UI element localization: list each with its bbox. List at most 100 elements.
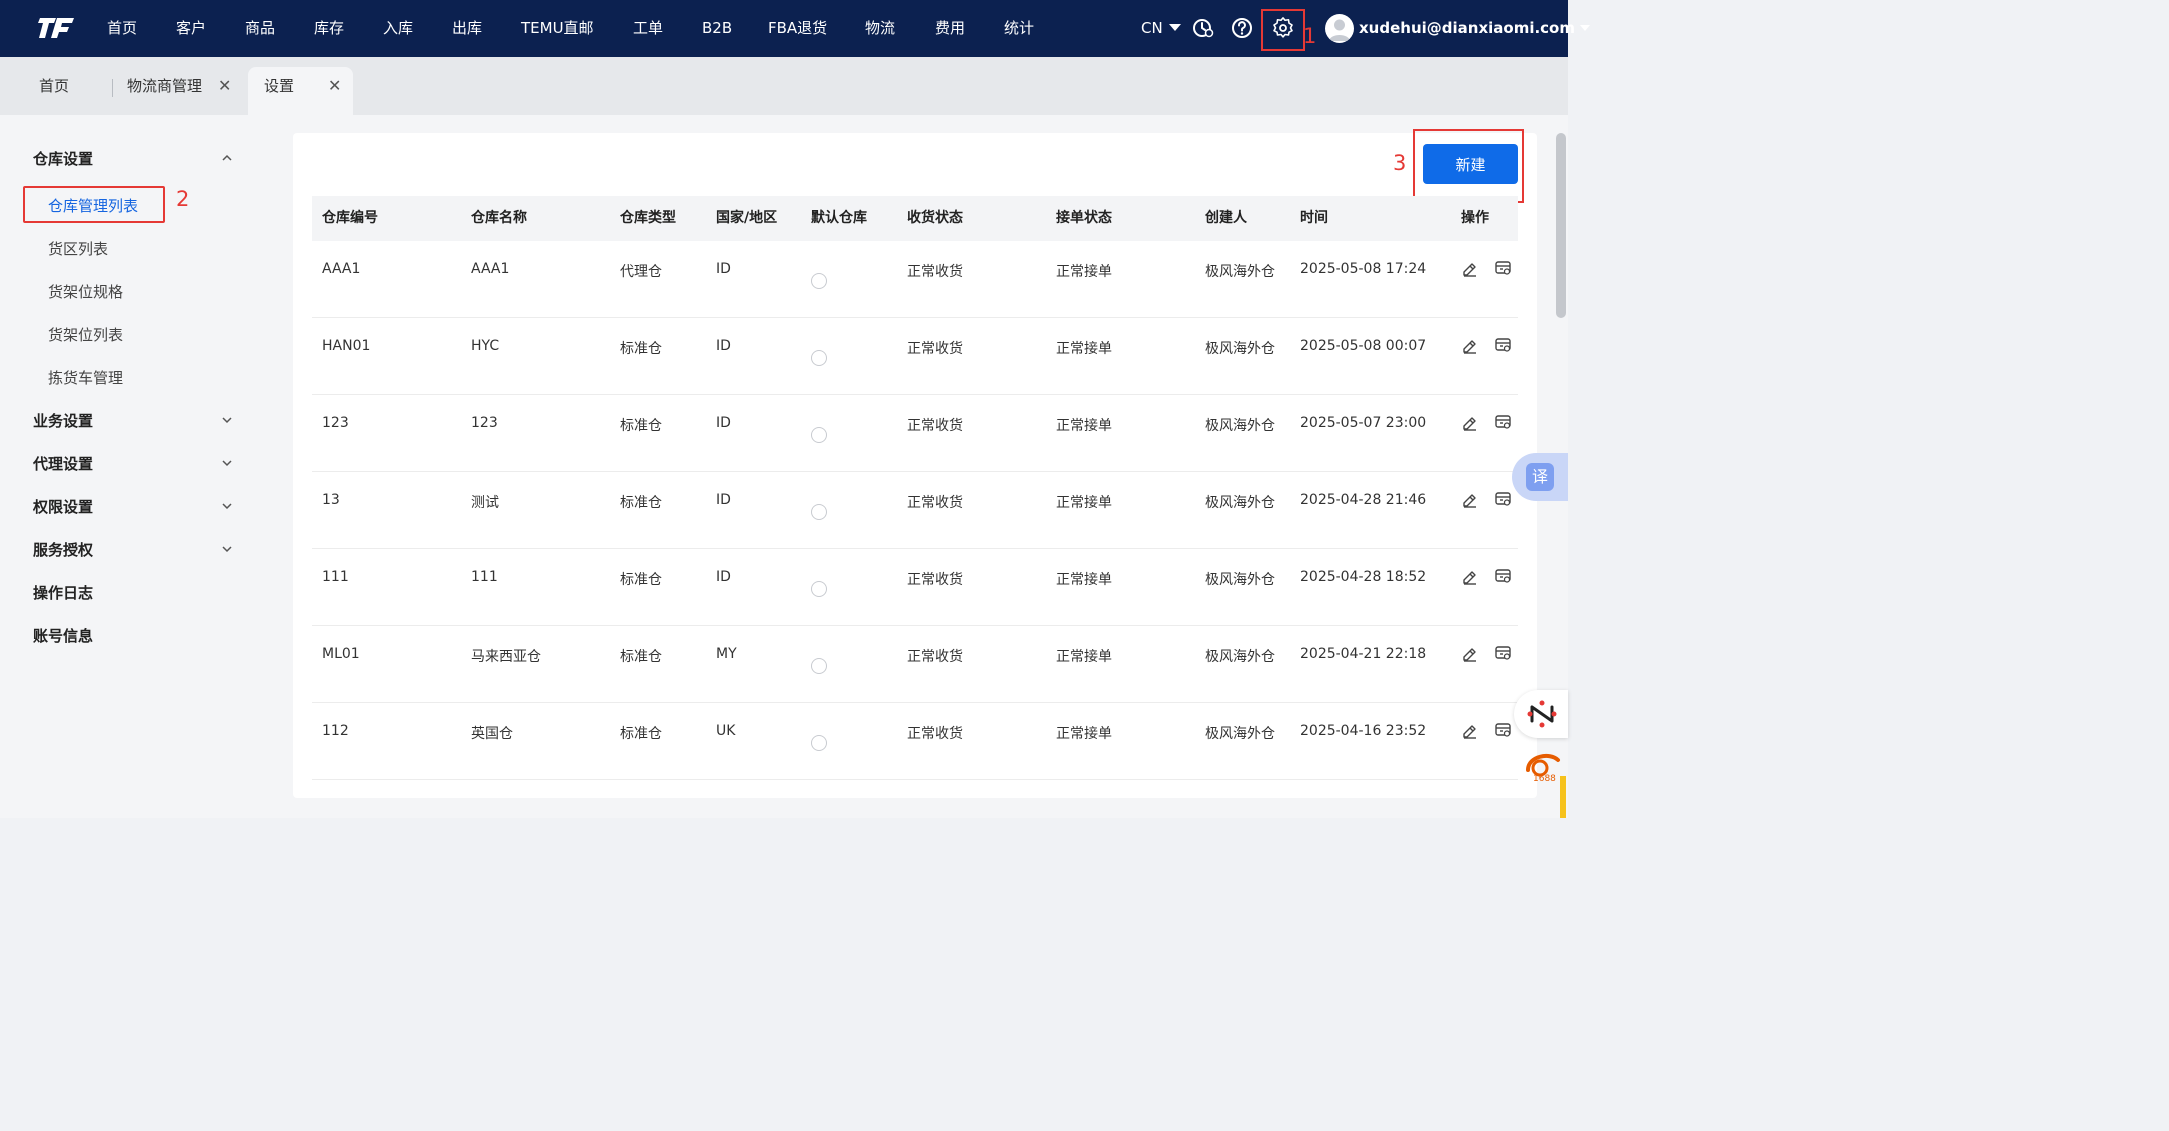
- nav-home[interactable]: 首页: [107, 0, 137, 57]
- logo-icon[interactable]: [36, 14, 76, 42]
- annotation-box-warehouse-list: [23, 186, 165, 223]
- translate-widget[interactable]: 译: [1512, 453, 1568, 501]
- user-menu[interactable]: xudehui@dianxiaomi.com: [1359, 0, 1590, 57]
- default-warehouse-radio[interactable]: [811, 658, 827, 674]
- column-header-type: 仓库类型: [620, 210, 676, 226]
- new-warehouse-button[interactable]: 新建: [1423, 144, 1518, 184]
- warehouse-config-icon[interactable]: [1494, 644, 1512, 662]
- help-icon[interactable]: [1231, 17, 1253, 39]
- nav-statistics[interactable]: 统计: [1004, 0, 1034, 57]
- nav-fees[interactable]: 费用: [935, 0, 965, 57]
- sidebar-section-warehouse-settings[interactable]: 仓库设置: [33, 148, 93, 169]
- default-warehouse-radio[interactable]: [811, 350, 827, 366]
- edit-icon[interactable]: [1461, 490, 1479, 508]
- sidebar-section-business-settings[interactable]: 业务设置: [33, 410, 93, 431]
- nav-inventory[interactable]: 库存: [314, 0, 344, 57]
- top-navigation-bar: 首页 客户 商品 库存 入库 出库 TEMU直邮 工单 B2B FBA退货 物流…: [0, 0, 1590, 57]
- tab-settings[interactable]: 设置 ✕: [248, 67, 353, 115]
- clock-icon[interactable]: [1192, 17, 1214, 39]
- table-row: 13 测试 标准仓 ID 正常收货 正常接单 极风海外仓 2025-04-28 21:46: [312, 472, 1518, 549]
- warehouse-config-icon[interactable]: [1494, 336, 1512, 354]
- chevron-down-icon[interactable]: [222, 458, 232, 468]
- sidebar-item-picking-cart[interactable]: 拣货车管理: [48, 367, 123, 388]
- cell-name: 测试: [471, 495, 499, 511]
- tab-logistics-provider-management[interactable]: 物流商管理 ✕: [111, 67, 243, 115]
- nav-logistics[interactable]: 物流: [865, 0, 895, 57]
- nav-inbound[interactable]: 入库: [383, 0, 413, 57]
- cell-creator: 极风海外仓: [1205, 341, 1275, 357]
- edit-icon[interactable]: [1461, 567, 1479, 585]
- default-warehouse-radio[interactable]: [811, 735, 827, 751]
- translate-icon: 译: [1526, 463, 1554, 491]
- chevron-down-icon[interactable]: [222, 544, 232, 554]
- warehouse-config-icon[interactable]: [1494, 490, 1512, 508]
- sidebar-section-permission-settings[interactable]: 权限设置: [33, 496, 93, 517]
- cell-creator: 极风海外仓: [1205, 418, 1275, 434]
- cell-time: 2025-05-08 17:24: [1300, 261, 1427, 277]
- cell-order-status: 正常接单: [1056, 726, 1112, 742]
- close-icon[interactable]: ✕: [328, 67, 341, 105]
- page-scrollbar-thumb[interactable]: [1556, 133, 1566, 318]
- cell-order-status: 正常接单: [1056, 495, 1112, 511]
- nav-fba-returns[interactable]: FBA退货: [768, 0, 827, 57]
- avatar[interactable]: [1325, 14, 1354, 43]
- cell-time: 2025-05-08 00:07: [1300, 338, 1427, 354]
- chevron-up-icon[interactable]: [222, 153, 232, 163]
- chevron-down-icon[interactable]: [222, 501, 232, 511]
- annotation-number-3: 3: [1393, 151, 1407, 175]
- language-label: CN: [1141, 19, 1163, 37]
- edit-icon[interactable]: [1461, 413, 1479, 431]
- warehouse-config-icon[interactable]: [1494, 721, 1512, 739]
- default-warehouse-radio[interactable]: [811, 581, 827, 597]
- default-warehouse-radio[interactable]: [811, 273, 827, 289]
- cell-code: AAA1: [322, 261, 361, 277]
- sidebar-item-zone-list[interactable]: 货区列表: [48, 238, 108, 259]
- cell-receive-status: 正常收货: [907, 649, 963, 665]
- sidebar-item-operation-log[interactable]: 操作日志: [33, 582, 93, 603]
- edit-icon[interactable]: [1461, 644, 1479, 662]
- label-1688: 1688: [1533, 774, 1556, 784]
- cell-creator: 极风海外仓: [1205, 649, 1275, 665]
- tab-home[interactable]: 首页: [23, 67, 115, 115]
- edit-icon[interactable]: [1461, 721, 1479, 739]
- warehouse-config-icon[interactable]: [1494, 259, 1512, 277]
- chevron-down-icon[interactable]: [222, 415, 232, 425]
- edit-icon[interactable]: [1461, 336, 1479, 354]
- plugin-widget[interactable]: [1514, 690, 1568, 738]
- warehouse-config-icon[interactable]: [1494, 567, 1512, 585]
- sidebar-section-service-authorization[interactable]: 服务授权: [33, 539, 93, 560]
- default-warehouse-radio[interactable]: [811, 427, 827, 443]
- nav-b2b[interactable]: B2B: [702, 0, 732, 57]
- warehouse-table-body: AAA1 AAA1 代理仓 ID 正常收货 正常接单 极风海外仓 2025-05-08 17:…: [312, 241, 1518, 780]
- nav-outbound[interactable]: 出库: [452, 0, 482, 57]
- cell-receive-status: 正常收货: [907, 726, 963, 742]
- sidebar-item-shelf-list[interactable]: 货架位列表: [48, 324, 123, 345]
- cell-type: 标准仓: [620, 572, 662, 588]
- default-warehouse-radio[interactable]: [811, 504, 827, 520]
- table-row: HAN01 HYC 标准仓 ID 正常收货 正常接单 极风海外仓 2025-05-08 00:…: [312, 318, 1518, 395]
- user-email: xudehui@dianxiaomi.com: [1359, 19, 1575, 37]
- nav-products[interactable]: 商品: [245, 0, 275, 57]
- sidebar-section-agent-settings[interactable]: 代理设置: [33, 453, 93, 474]
- edit-icon[interactable]: [1461, 259, 1479, 277]
- table-row: 111 111 标准仓 ID 正常收货 正常接单 极风海外仓 2025-04-28 18:52: [312, 549, 1518, 626]
- warehouse-config-icon[interactable]: [1494, 413, 1512, 431]
- cell-name: HYC: [471, 338, 500, 354]
- nav-work-orders[interactable]: 工单: [633, 0, 663, 57]
- tab-label: 物流商管理: [127, 77, 203, 95]
- yellow-side-tab[interactable]: [1560, 776, 1566, 818]
- tab-label: 设置: [264, 77, 295, 95]
- annotation-number-1: 1: [1303, 24, 1317, 48]
- close-icon[interactable]: ✕: [218, 67, 231, 105]
- sidebar-item-account-info[interactable]: 账号信息: [33, 625, 93, 646]
- sidebar-item-shelf-spec[interactable]: 货架位规格: [48, 281, 123, 302]
- tab-label: 首页: [39, 77, 70, 95]
- language-selector[interactable]: CN: [1141, 0, 1181, 57]
- cell-order-status: 正常接单: [1056, 649, 1112, 665]
- column-header-creator: 创建人: [1205, 210, 1247, 226]
- nav-temu-direct[interactable]: TEMU直邮: [521, 0, 594, 57]
- nav-customers[interactable]: 客户: [176, 0, 206, 57]
- annotation-box-settings: [1261, 9, 1305, 51]
- cell-order-status: 正常接单: [1056, 264, 1112, 280]
- cell-name: AAA1: [471, 261, 510, 277]
